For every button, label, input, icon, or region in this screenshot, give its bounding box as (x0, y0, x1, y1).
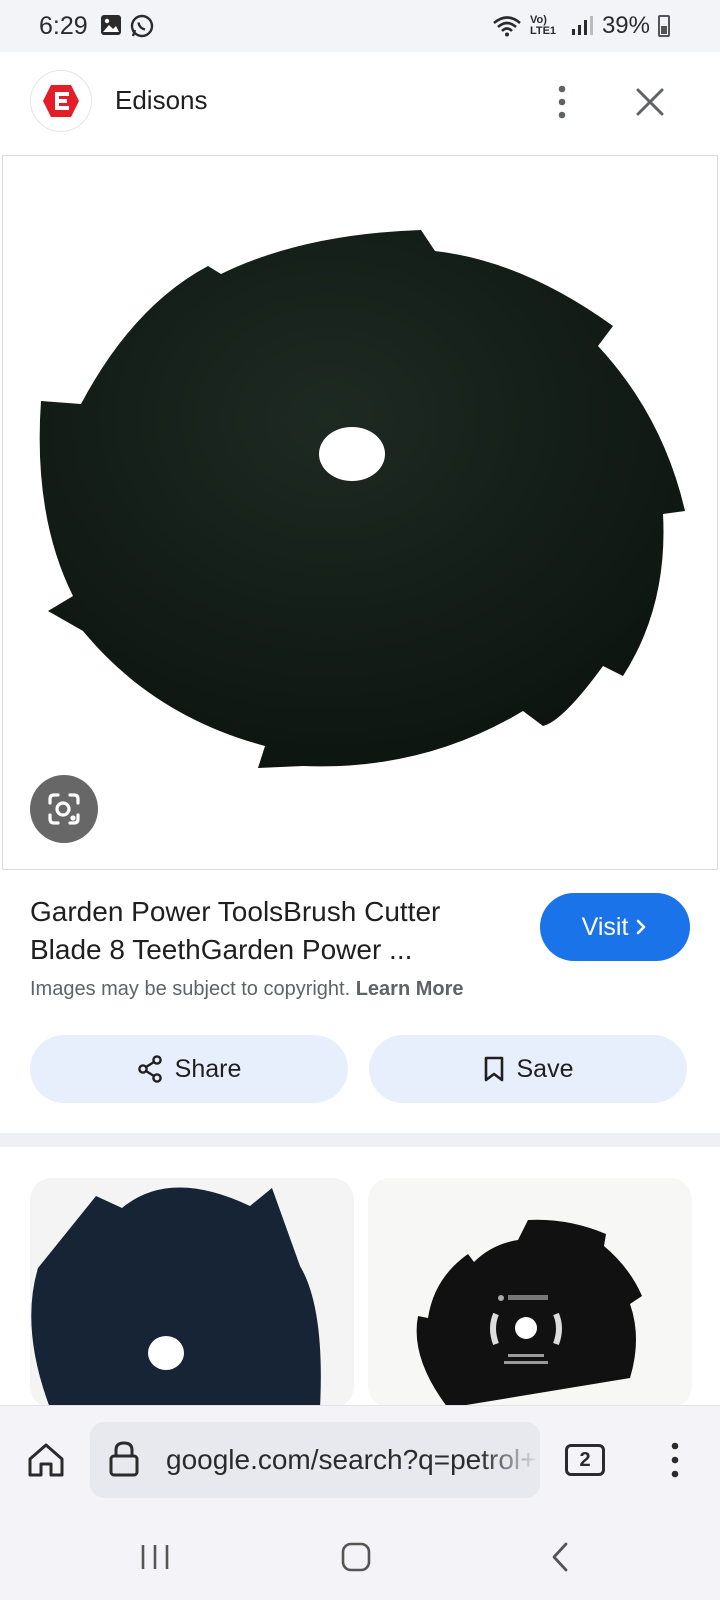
related-image-card[interactable] (368, 1178, 692, 1408)
image-viewer-header: Edisons (0, 52, 720, 152)
visit-label: Visit (581, 912, 629, 941)
result-title[interactable]: Garden Power ToolsBrush Cutter Blade 8 T… (30, 893, 510, 969)
browser-toolbar: google.com/search?q=petrol+ 2 (0, 1405, 720, 1515)
recent-apps-button[interactable] (125, 1535, 185, 1579)
status-bar: 6:29 Vo) LTE1 39% (0, 0, 720, 52)
lock-icon (109, 1441, 139, 1477)
status-notification-icons (100, 14, 154, 38)
edisons-logo-icon (43, 85, 79, 117)
learn-more-link[interactable]: Learn More (356, 978, 464, 1000)
site-logo[interactable] (30, 70, 92, 132)
tab-switcher-button[interactable]: 2 (565, 1444, 605, 1476)
nav-home-button[interactable] (326, 1535, 386, 1579)
tab-count: 2 (579, 1448, 591, 1471)
whatsapp-icon (130, 14, 154, 38)
gallery-icon (101, 15, 121, 35)
related-image-card[interactable] (30, 1178, 354, 1408)
battery-icon (658, 15, 670, 37)
save-label: Save (516, 1054, 574, 1083)
google-lens-button[interactable] (30, 775, 98, 843)
bookmark-icon (484, 1056, 503, 1082)
brush-cutter-blade-image (39, 230, 685, 768)
vertical-dots-icon (671, 1442, 679, 1478)
back-chevron-icon (552, 1542, 568, 1572)
close-icon (636, 88, 664, 116)
visit-button[interactable]: Visit (540, 893, 690, 961)
share-label: Share (174, 1054, 242, 1083)
status-time: 6:29 (39, 12, 88, 40)
share-button[interactable]: Share (30, 1035, 348, 1103)
status-system-icons: Vo) LTE1 39% (492, 12, 670, 40)
four-tooth-blade-image (31, 1187, 321, 1408)
url-fade (480, 1422, 540, 1498)
lens-icon (48, 793, 80, 825)
home-square-icon (341, 1542, 371, 1572)
recent-apps-icon (141, 1545, 169, 1569)
save-button[interactable]: Save (369, 1035, 687, 1103)
back-button[interactable] (530, 1535, 590, 1579)
network-label: Vo) LTE1 (529, 14, 557, 37)
copyright-text: Images may be subject to copyright. (30, 978, 351, 1000)
share-icon (137, 1055, 162, 1083)
address-bar[interactable]: google.com/search?q=petrol+ (90, 1422, 540, 1498)
home-icon (28, 1443, 64, 1477)
more-options-button[interactable] (540, 80, 584, 124)
system-navigation-bar (0, 1515, 720, 1600)
signal-icon (571, 16, 593, 35)
chevron-right-icon (637, 919, 646, 935)
home-button[interactable] (22, 1436, 70, 1484)
close-button[interactable] (628, 80, 672, 124)
eight-tooth-blade-image (416, 1219, 642, 1408)
battery-percent: 39% (601, 12, 650, 39)
site-name[interactable]: Edisons (115, 85, 208, 116)
section-divider (0, 1133, 720, 1147)
browser-menu-button[interactable] (660, 1436, 690, 1484)
vertical-dots-icon (558, 85, 566, 119)
wifi-icon (493, 16, 521, 37)
main-result-image[interactable] (2, 155, 718, 870)
copyright-notice: Images may be subject to copyright. Lear… (30, 978, 464, 1001)
